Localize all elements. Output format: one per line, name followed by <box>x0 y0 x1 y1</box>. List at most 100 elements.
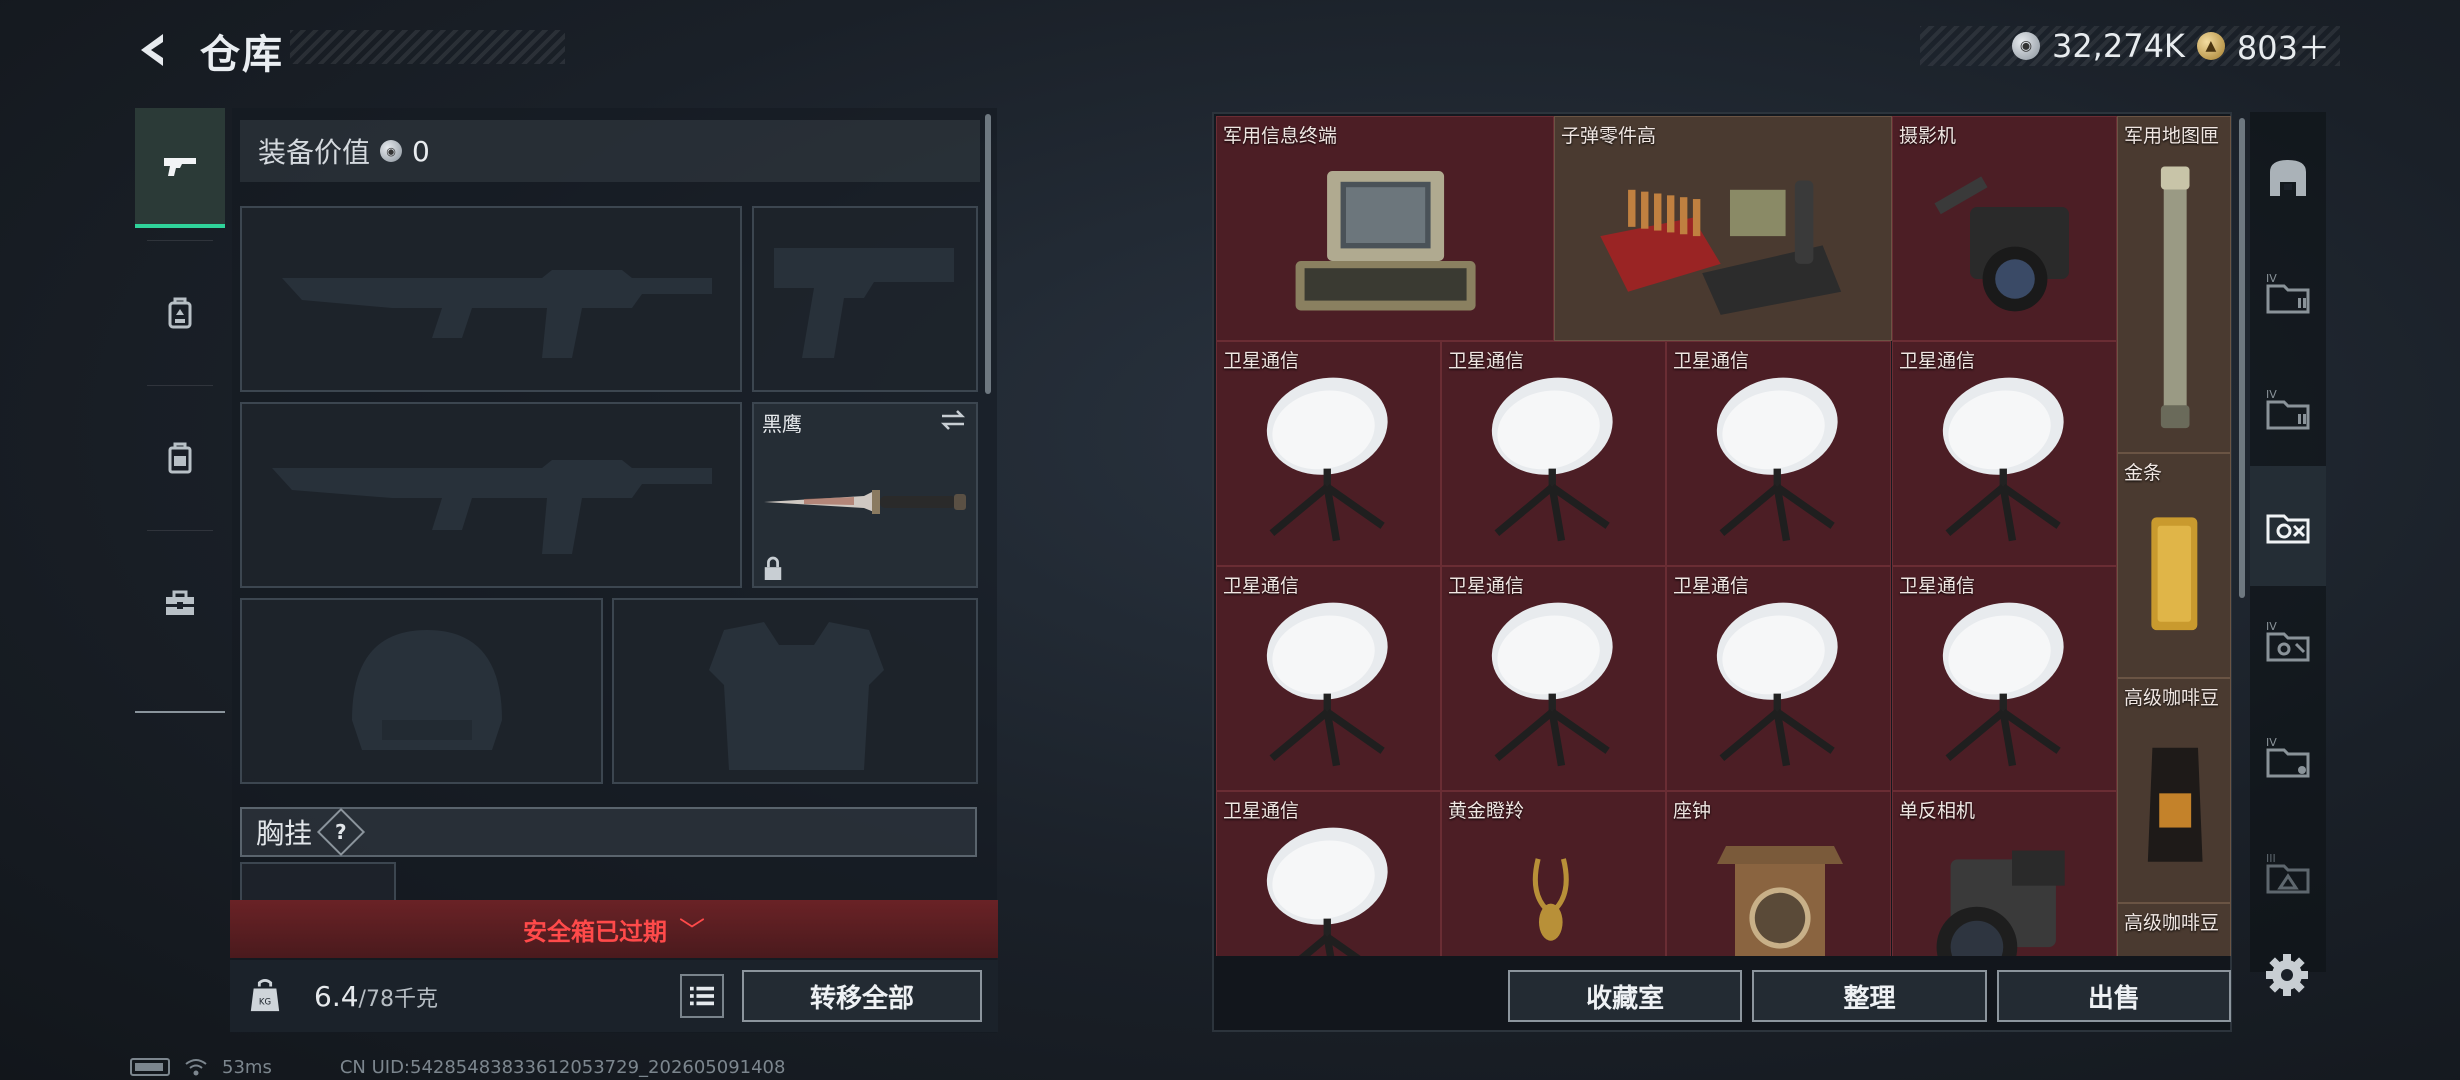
tab-stash-page-5[interactable]: IV <box>2250 698 2326 818</box>
stash-item-gold[interactable]: 金条 <box>2117 453 2231 678</box>
primary-weapon-slot[interactable] <box>240 206 742 392</box>
tab-stash-page-4[interactable]: IV <box>2250 582 2326 702</box>
user-uid: CN UID:54285483833612053729_202605091408 <box>339 1056 786 1078</box>
tab-toolbox[interactable] <box>135 543 225 663</box>
tab-backpack[interactable] <box>135 253 225 373</box>
svg-text:IV: IV <box>2266 620 2277 633</box>
coffee-icon <box>2147 748 2203 862</box>
swap-icon[interactable] <box>938 408 968 432</box>
gear-icon <box>2266 954 2308 996</box>
case-icon <box>168 442 192 474</box>
tab-stash-home[interactable] <box>2250 118 2326 238</box>
stash-item-name: 卫星通信 <box>1899 350 1976 372</box>
transfer-all-button[interactable]: 转移全部 <box>742 970 982 1022</box>
tube-icon <box>2160 166 2190 429</box>
back-button[interactable] <box>130 22 180 78</box>
equipment-scrollbar[interactable] <box>985 114 991 394</box>
stash-item-dish[interactable]: 卫星通信 <box>1216 341 1441 566</box>
help-icon[interactable]: ? <box>316 807 366 857</box>
stash-item-coffee[interactable]: 高级咖啡豆 <box>2117 903 2231 956</box>
stash-item-name: 单反相机 <box>1899 800 1976 822</box>
stash-item-name: 子弹零件高 <box>1561 125 1657 147</box>
left-tab-bar <box>135 108 225 713</box>
tab-case[interactable] <box>135 398 225 518</box>
stash-item-gazelle[interactable]: 黄金瞪羚 <box>1441 791 1666 956</box>
stash-item-name: 金条 <box>2124 462 2163 484</box>
stash-item-dish[interactable]: 卫星通信 <box>1216 566 1441 791</box>
silver-currency-value: 32,274K <box>2051 27 2185 65</box>
stash-item-name: 卫星通信 <box>1899 575 1976 597</box>
tab-stash-page-6[interactable]: III <box>2250 814 2326 934</box>
chest-rig-slot[interactable] <box>240 862 396 902</box>
silver-coin-icon: ◉ <box>2011 32 2040 60</box>
stash-item-tube[interactable]: 军用地图匣 <box>2117 116 2231 453</box>
gold-icon <box>2151 516 2198 630</box>
stash-item-dish[interactable]: 卫星通信 <box>1892 566 2117 791</box>
stash-item-coffee[interactable]: 高级咖啡豆 <box>2117 678 2231 903</box>
camera-case-icon <box>2266 514 2310 544</box>
folder-icon: III <box>2266 852 2310 894</box>
stash-item-dish[interactable]: 卫星通信 <box>1441 566 1666 791</box>
tab-stash-page-3[interactable] <box>2250 466 2326 586</box>
stash-item-dish[interactable]: 卫星通信 <box>1666 341 1891 566</box>
stash-item-name: 卫星通信 <box>1673 575 1750 597</box>
stash-item-camera[interactable]: 单反相机 <box>1892 791 2117 956</box>
tab-stash-page-1[interactable]: IV <box>2250 234 2326 354</box>
stash-item-name: 高级咖啡豆 <box>2124 687 2220 709</box>
equipment-value-header: 装备价值 ◉ 0 <box>240 120 980 182</box>
melee-item-name: 黑鹰 <box>762 412 802 436</box>
status-bar: 53ms CN UID:54285483833612053729_2026050… <box>130 1055 785 1079</box>
settings-button[interactable] <box>2262 950 2312 1000</box>
sell-button[interactable]: 出售 <box>1996 970 2231 1022</box>
stash-item-terminal[interactable]: 军用信息终端 <box>1216 116 1554 341</box>
stash-page-tabs: IV IV IV IV III <box>2250 112 2326 972</box>
svg-text:IV: IV <box>2266 272 2277 285</box>
wifi-icon <box>185 1059 207 1076</box>
svg-text:IV: IV <box>2266 736 2277 749</box>
chest-rig-bar[interactable]: 胸挂 ? <box>240 807 977 857</box>
armor-slot[interactable] <box>612 598 978 784</box>
chevron-down-icon: ﹀ <box>678 916 705 947</box>
melee-slot[interactable]: 黑鹰 <box>752 402 978 588</box>
stash-item-dish[interactable]: 卫星通信 <box>1441 341 1666 566</box>
tab-stash-page-2[interactable]: IV <box>2250 350 2326 470</box>
stash-item-dish[interactable]: 卫星通信 <box>1216 791 1441 956</box>
gazelle-icon <box>1532 857 1569 941</box>
ammo-icon <box>1600 180 1842 315</box>
stash-action-bar: 收藏室 整理 出售 <box>1216 962 2231 1030</box>
sort-button[interactable]: 整理 <box>1752 970 1987 1022</box>
vault-icon <box>2270 160 2306 196</box>
secondary-weapon-slot[interactable] <box>240 402 742 588</box>
stash-item-name: 卫星通信 <box>1448 575 1525 597</box>
svg-text:KG: KG <box>259 998 271 1008</box>
sidearm-slot[interactable] <box>752 206 978 392</box>
stash-item-name: 卫星通信 <box>1223 800 1300 822</box>
stash-scrollbar[interactable] <box>2239 118 2245 598</box>
safe-box-expired-banner[interactable]: 安全箱已过期 ﹀ <box>230 900 998 958</box>
tab-weapons[interactable] <box>135 108 225 228</box>
backpack-icon <box>168 297 192 329</box>
stash-item-camcorder[interactable]: 摄影机 <box>1892 116 2117 341</box>
stash-item-ammo[interactable]: 子弹零件高 <box>1554 116 1892 341</box>
stash-item-clock[interactable]: 座钟 <box>1666 791 1891 956</box>
toolbox-icon <box>166 590 194 615</box>
helmet-slot[interactable] <box>240 598 603 784</box>
stash-item-dish[interactable]: 卫星通信 <box>1666 566 1891 791</box>
stash-item-name: 黄金瞪羚 <box>1448 800 1525 822</box>
collection-room-button[interactable]: 收藏室 <box>1508 970 1743 1022</box>
battery-icon <box>130 1058 170 1076</box>
svg-text:IV: IV <box>2266 388 2277 401</box>
stash-item-name: 军用地图匣 <box>2124 125 2220 147</box>
dish-icon <box>1266 827 1388 956</box>
chest-rig-label: 胸挂 <box>256 817 313 850</box>
dish-icon <box>1491 602 1613 767</box>
folder-icon: IV <box>2266 388 2310 430</box>
stash-item-name: 卫星通信 <box>1223 350 1300 372</box>
silver-coin-icon: ◉ <box>380 140 403 162</box>
gold-currency-value[interactable]: 803＋ <box>2237 23 2330 69</box>
list-view-button[interactable] <box>680 974 724 1018</box>
gold-coin-icon: ▲ <box>2196 32 2225 60</box>
stash-item-dish[interactable]: 卫星通信 <box>1892 341 2117 566</box>
terminal-icon <box>1295 171 1476 311</box>
carry-weight: 6.4/78千克 <box>314 979 438 1013</box>
